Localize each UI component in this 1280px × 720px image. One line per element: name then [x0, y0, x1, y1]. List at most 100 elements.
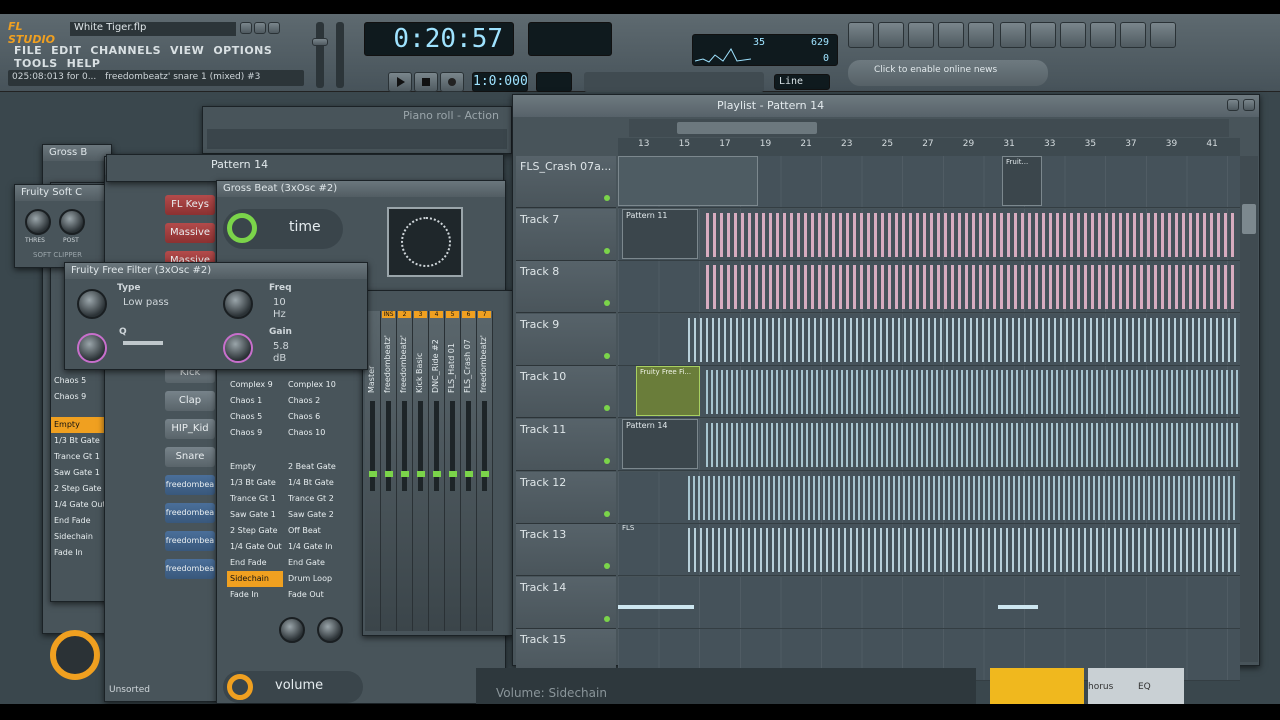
playlist-close-button[interactable] [1243, 99, 1255, 111]
time-display[interactable]: 0:20:57 [364, 22, 514, 56]
record-button[interactable] [440, 72, 464, 92]
preset-item[interactable]: Fade Out [285, 587, 341, 603]
channel-button[interactable]: FL Keys [165, 195, 215, 215]
time-toggle-icon[interactable] [227, 213, 257, 243]
eq-label[interactable]: EQ [1138, 682, 1151, 692]
menu-edit[interactable]: EDIT [51, 44, 81, 57]
menu-file[interactable]: FILE [14, 44, 42, 57]
preset-item[interactable]: Off Beat [285, 523, 341, 539]
preset-item[interactable]: Chaos 9 [227, 425, 283, 441]
preset-item[interactable]: Saw Gate 1 [227, 507, 283, 523]
preset-item[interactable]: Trance Gt 2 [285, 491, 341, 507]
left-preset-item[interactable]: Trance Gt 1 [51, 449, 109, 465]
window-min-button[interactable] [240, 22, 252, 34]
menu-channels[interactable]: CHANNELS [90, 44, 161, 57]
mixer-strip[interactable]: FLS_Hatd 01 5 [445, 311, 461, 631]
q-knob[interactable] [77, 333, 107, 363]
preset-item[interactable]: End Gate [285, 555, 341, 571]
channel-button[interactable]: Snare [165, 447, 215, 467]
preset-item[interactable]: Saw Gate 2 [285, 507, 341, 523]
mixer-strip[interactable]: DNC_Ride #2 4 [429, 311, 445, 631]
master-volume-slider[interactable] [316, 22, 324, 88]
preset-item[interactable]: Chaos 5 [227, 409, 283, 425]
record-options[interactable] [584, 72, 764, 92]
left-preset-item[interactable]: Empty [51, 417, 109, 433]
master-volume-handle[interactable] [312, 38, 328, 46]
mixer-strip[interactable]: freedombeatz' 7 [477, 311, 493, 631]
preset-item[interactable]: Empty [227, 459, 283, 475]
fader-track[interactable] [482, 401, 487, 491]
help-button[interactable] [1150, 22, 1176, 48]
preset-item[interactable]: Fade In [227, 587, 283, 603]
tools-button[interactable] [1090, 22, 1116, 48]
preset-item[interactable]: Sidechain [227, 571, 283, 587]
left-preset-item[interactable]: Chaos 9 [51, 389, 109, 405]
left-preset-item[interactable]: 1/3 Bt Gate [51, 433, 109, 449]
volume-toggle-icon[interactable] [227, 674, 253, 700]
playlist-maximize-button[interactable] [1227, 99, 1239, 111]
fader-track[interactable] [370, 401, 375, 491]
play-button[interactable] [388, 72, 412, 92]
menu-tools[interactable]: TOOLS [14, 57, 58, 70]
online-news-bar[interactable]: Click to enable online news [848, 60, 1048, 86]
channel-button[interactable]: Massive [165, 223, 215, 243]
preset-item[interactable]: Chaos 10 [285, 425, 341, 441]
channel-button[interactable]: freedombea [165, 531, 215, 551]
preset-item[interactable]: Chaos 6 [285, 409, 341, 425]
gross-beat-mini-knob[interactable] [50, 630, 100, 680]
playlist-view-button[interactable] [848, 22, 874, 48]
left-preset-item[interactable]: Fade In [51, 545, 109, 561]
mixer-view-button[interactable] [968, 22, 994, 48]
q-slider[interactable] [123, 341, 163, 345]
preset-item[interactable]: Complex 10 [285, 377, 341, 393]
fader-track[interactable] [450, 401, 455, 491]
menu-options[interactable]: OPTIONS [213, 44, 272, 57]
release-knob[interactable] [317, 617, 343, 643]
type-knob[interactable] [77, 289, 107, 319]
time-envelope-display[interactable] [387, 207, 463, 277]
browser-view-button[interactable] [938, 22, 964, 48]
snap-selector[interactable]: Line [774, 74, 830, 90]
master-pitch-slider[interactable] [336, 22, 344, 88]
fader-track[interactable] [402, 401, 407, 491]
export-button[interactable] [1060, 22, 1086, 48]
window-restore-button[interactable] [254, 22, 266, 34]
preset-item[interactable]: Chaos 1 [227, 393, 283, 409]
channel-button[interactable]: freedombea [165, 559, 215, 579]
save-button[interactable] [1030, 22, 1056, 48]
mixer-strip[interactable]: FLS_Crash 07 6 [461, 311, 477, 631]
preset-item[interactable]: Drum Loop [285, 571, 341, 587]
tempo-display[interactable]: 1:0:000 [472, 72, 528, 92]
cpu-toggle-button[interactable] [1000, 22, 1026, 48]
post-knob[interactable] [59, 209, 85, 235]
left-preset-item[interactable]: Sidechain [51, 529, 109, 545]
preset-item[interactable]: 2 Beat Gate [285, 459, 341, 475]
window-close-button[interactable] [268, 22, 280, 34]
scroll-thumb[interactable] [677, 122, 817, 134]
fader-track[interactable] [418, 401, 423, 491]
channel-button[interactable]: Clap [165, 391, 215, 411]
channel-button[interactable]: HIP_Kid [165, 419, 215, 439]
fader-track[interactable] [386, 401, 391, 491]
preset-item[interactable]: 1/4 Gate In [285, 539, 341, 555]
left-preset-item[interactable]: Chaos 5 [51, 373, 109, 389]
channel-button[interactable]: freedombea [165, 503, 215, 523]
preset-item[interactable]: 1/3 Bt Gate [227, 475, 283, 491]
search-button[interactable] [1120, 22, 1146, 48]
attack-knob[interactable] [279, 617, 305, 643]
channel-filter-label[interactable]: Unsorted [109, 685, 150, 695]
piano-roll-toolbar[interactable] [207, 129, 507, 149]
channel-button[interactable]: freedombea [165, 475, 215, 495]
preset-item[interactable]: End Fade [227, 555, 283, 571]
v-scroll-thumb[interactable] [1242, 204, 1256, 234]
fader-track[interactable] [434, 401, 439, 491]
preset-item[interactable]: 2 Step Gate [227, 523, 283, 539]
threshold-knob[interactable] [25, 209, 51, 235]
playlist-scrollbar-h[interactable] [629, 119, 1229, 137]
preset-item[interactable]: Complex 9 [227, 377, 283, 393]
stop-button[interactable] [414, 72, 438, 92]
left-preset-item[interactable]: 2 Step Gate [51, 481, 109, 497]
menu-view[interactable]: VIEW [170, 44, 204, 57]
piano-roll-view-button[interactable] [908, 22, 934, 48]
pattern-selector[interactable] [536, 72, 572, 92]
